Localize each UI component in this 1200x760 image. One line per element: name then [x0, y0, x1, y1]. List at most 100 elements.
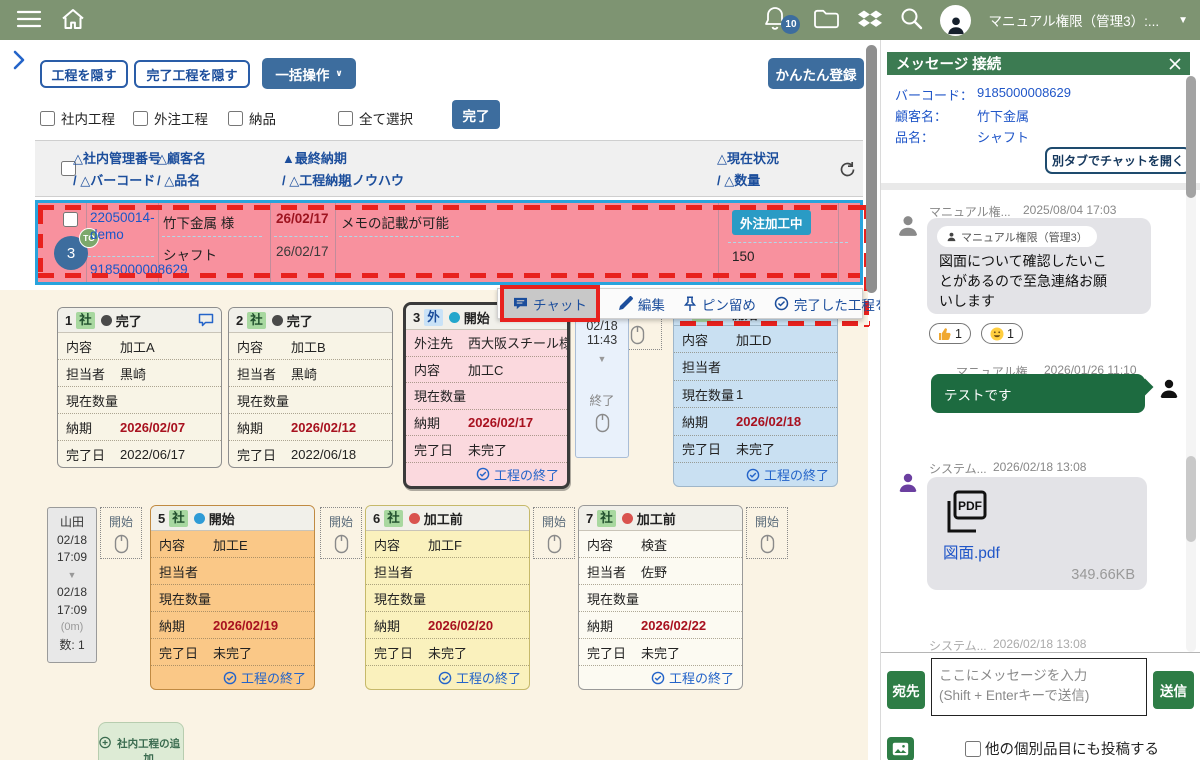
filter-delivery[interactable]: 納品	[228, 108, 276, 128]
start-drop-zone[interactable]: 開始	[320, 507, 362, 559]
end-process-link[interactable]: 工程の終了	[366, 665, 529, 689]
status-dot-icon	[194, 513, 205, 524]
search-button[interactable]	[900, 7, 923, 33]
management-no-link[interactable]: 22050014-demo	[90, 209, 158, 243]
attach-image-button[interactable]	[887, 737, 914, 760]
card-field-row: 現在数量	[151, 584, 314, 611]
process-card[interactable]: 7社加工前内容検査担当者佐野現在数量納期2026/02/22完了日未完了工程の終…	[578, 505, 743, 690]
reaction-thumbs-up[interactable]: 1	[929, 323, 971, 344]
complete-button[interactable]: 完了	[452, 100, 500, 129]
main-scrollbar-thumb[interactable]	[866, 45, 877, 293]
field-label: 完了日	[587, 643, 641, 662]
chat-bubble-icon[interactable]	[198, 313, 214, 327]
post-to-other-items[interactable]: 他の個別品目にも投稿する	[965, 738, 1159, 759]
barcode-info-row: バーコード： 9185000008629	[895, 85, 1071, 104]
hide-process-button[interactable]: 工程を隠す	[40, 60, 128, 88]
start-drop-zone[interactable]: 開始	[746, 507, 788, 559]
start-drop-zone[interactable]: 開始	[533, 507, 575, 559]
process-card[interactable]: 1社完了内容加工A担当者黒崎現在数量納期2026/02/07完了日2022/06…	[57, 307, 222, 468]
column-status[interactable]: △現在状況	[717, 149, 779, 169]
process-number: 2	[236, 313, 243, 328]
user-menu-label[interactable]: マニュアル権限（管理3）:...	[988, 10, 1159, 30]
plus-circle-icon	[99, 736, 111, 749]
column-final-due[interactable]: ▲最終納期	[282, 149, 347, 169]
process-card[interactable]: 5社開始内容加工E担当者現在数量納期2026/02/19完了日未完了工程の終了	[150, 505, 315, 690]
menu-item-hide-completed[interactable]: 完了した工程を隠す	[774, 294, 880, 314]
dropbox-button[interactable]	[857, 7, 883, 34]
filter-external-process[interactable]: 外注工程	[133, 108, 208, 128]
message-text: テストです	[944, 384, 1012, 404]
hamburger-menu-button[interactable]	[16, 9, 42, 32]
card-field-row: 納期2026/02/18	[674, 407, 837, 434]
top-navigation-bar: 10 マニュアル権限（管理3）:... ▼	[0, 0, 1200, 40]
caret-down-icon[interactable]: ▼	[1178, 15, 1188, 26]
external-process-checkbox[interactable]	[133, 111, 148, 126]
field-label: 納期	[682, 412, 736, 431]
sidebar-scrollbar[interactable]	[1186, 76, 1196, 652]
message-text: 図面について確認したいことがあるので至急連絡お願いします	[939, 252, 1117, 312]
start-label: 開始	[542, 513, 566, 530]
file-link[interactable]: 図面.pdf	[943, 541, 1000, 563]
person-icon	[945, 14, 967, 36]
scrollbar-thumb[interactable]	[1186, 76, 1196, 198]
bulk-action-button[interactable]: 一括操作 ∨	[262, 58, 356, 89]
filter-label: 社内工程	[61, 108, 115, 128]
process-status: 加工前	[637, 509, 676, 528]
expand-panel-button[interactable]	[12, 50, 26, 73]
image-icon	[892, 742, 909, 756]
home-button[interactable]	[60, 7, 86, 34]
mouse-icon[interactable]	[595, 413, 610, 433]
process-card[interactable]: 4社開始内容加工D担当者現在数量1納期2026/02/18完了日未完了工程の終了	[673, 300, 838, 487]
process-card-selected[interactable]: 3外開始外注先西大阪スチール様内容加工C現在数量納期2026/02/17完了日未…	[403, 302, 570, 489]
card-field-row: 納期2026/02/07	[58, 413, 221, 440]
end-process-link[interactable]: 工程の終了	[674, 462, 837, 486]
files-button[interactable]	[813, 8, 840, 33]
column-management-no[interactable]: △社内管理番号	[73, 149, 161, 169]
select-all-checkbox[interactable]	[338, 111, 353, 126]
add-internal-process-button[interactable]: 社内工程の追加	[98, 722, 184, 760]
internal-process-checkbox[interactable]	[40, 111, 55, 126]
column-customer[interactable]: △顧客名	[157, 149, 206, 169]
user-avatar[interactable]	[940, 5, 971, 36]
column-barcode[interactable]: / △バーコード	[73, 171, 155, 191]
card-field-row: 現在数量	[579, 584, 742, 611]
column-process-due[interactable]: / △工程納期	[282, 171, 351, 191]
close-panel-button[interactable]	[1169, 58, 1181, 70]
refresh-button[interactable]	[839, 161, 856, 181]
recipient-button[interactable]: 宛先	[887, 671, 925, 709]
row-select-checkbox[interactable]	[63, 212, 78, 227]
product-value: シャフト	[977, 127, 1029, 146]
column-knowhow[interactable]: △ノウハウ	[342, 171, 404, 191]
process-status: 加工前	[424, 509, 463, 528]
scrollbar-thumb[interactable]	[1186, 456, 1196, 542]
end-process-link[interactable]: 工程の終了	[579, 665, 742, 689]
card-chat-button[interactable]	[198, 313, 214, 327]
reaction-smiley[interactable]: 1	[981, 323, 1023, 344]
message-input[interactable]	[931, 658, 1147, 716]
process-status: 開始	[464, 308, 490, 327]
process-card[interactable]: 2社完了内容加工B担当者黒崎現在数量納期2026/02/12完了日2022/06…	[228, 307, 393, 468]
process-type-tag: 社	[169, 510, 188, 527]
filter-select-all[interactable]: 全て選択	[338, 108, 413, 128]
column-product[interactable]: / △品名	[157, 171, 200, 191]
check-circle-icon	[651, 671, 665, 685]
menu-item-chat[interactable]: チャット	[500, 285, 600, 322]
easy-register-button[interactable]: かんたん登録	[768, 58, 864, 89]
quantity-value: 150	[732, 249, 755, 264]
end-process-link[interactable]: 工程の終了	[151, 665, 314, 689]
open-chat-new-tab-button[interactable]: 別タブでチャットを開く	[1045, 147, 1191, 174]
notifications-button[interactable]: 10	[764, 6, 786, 35]
delivery-checkbox[interactable]	[228, 111, 243, 126]
process-card[interactable]: 6社加工前内容加工F担当者現在数量納期2026/02/20完了日未完了工程の終了	[365, 505, 530, 690]
filter-internal-process[interactable]: 社内工程	[40, 108, 115, 128]
post-other-checkbox[interactable]	[965, 741, 981, 757]
start-drop-zone[interactable]: 開始	[100, 507, 142, 559]
mention-chip: マニュアル権限（管理3）	[937, 226, 1097, 247]
menu-item-edit[interactable]: 編集	[618, 294, 665, 314]
menu-item-pin[interactable]: ピン留め	[683, 294, 756, 314]
send-button[interactable]: 送信	[1153, 671, 1194, 709]
message-time: 2026/02/18 13:08	[993, 637, 1086, 651]
hide-completed-process-button[interactable]: 完了工程を隠す	[134, 60, 250, 88]
end-process-link[interactable]: 工程の終了	[406, 462, 567, 486]
column-quantity[interactable]: / △数量	[717, 171, 760, 191]
